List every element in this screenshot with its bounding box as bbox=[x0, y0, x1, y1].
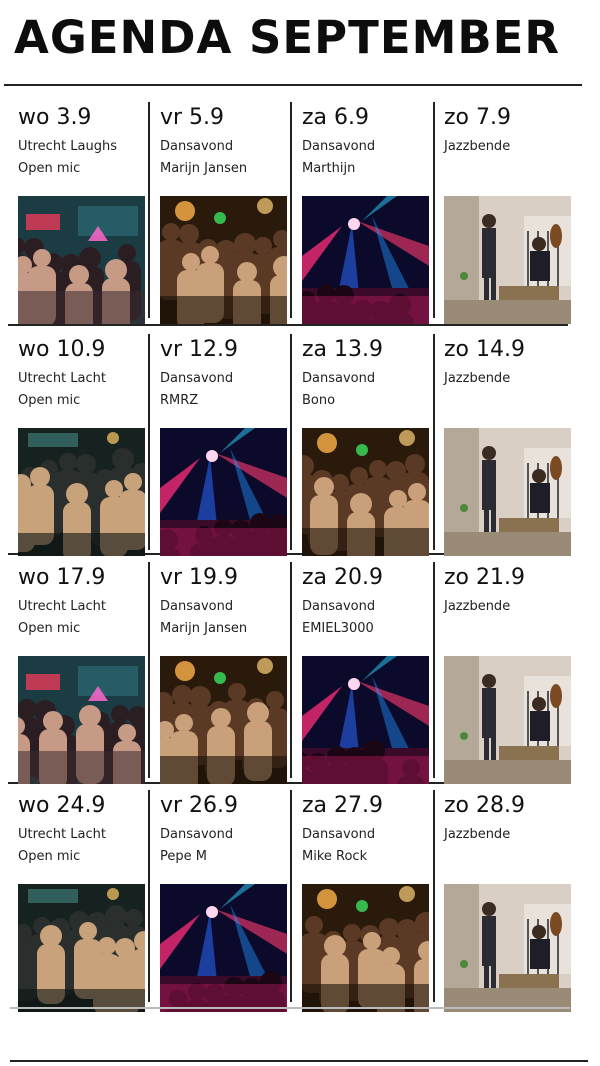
event-cell: za 27.9 Dansavond Mike Rock bbox=[302, 792, 440, 1017]
event-photo bbox=[160, 196, 287, 324]
event-photo bbox=[160, 656, 287, 784]
event-photo bbox=[302, 196, 429, 324]
event-photo bbox=[302, 884, 429, 1012]
event-cell: za 13.9 Dansavond Bono bbox=[302, 336, 440, 561]
event-title: Dansavond bbox=[160, 139, 234, 154]
event-cell: vr 19.9 Dansavond Marijn Jansen bbox=[160, 564, 298, 789]
event-date: wo 10.9 bbox=[18, 337, 106, 362]
title-rule bbox=[4, 84, 582, 86]
event-date: wo 24.9 bbox=[18, 793, 106, 818]
event-date: vr 19.9 bbox=[160, 565, 239, 590]
event-cell: wo 17.9 Utrecht Lacht Open mic bbox=[18, 564, 156, 789]
event-title: Jazzbende bbox=[444, 827, 511, 842]
event-date: zo 21.9 bbox=[444, 565, 525, 590]
event-subtitle: Mike Rock bbox=[302, 849, 368, 864]
event-title: Dansavond bbox=[302, 599, 376, 614]
event-cell: zo 7.9 Jazzbende bbox=[444, 104, 582, 329]
event-subtitle: Marijn Jansen bbox=[160, 621, 248, 636]
event-title: Utrecht Lacht bbox=[18, 599, 106, 614]
event-title: Dansavond bbox=[302, 139, 376, 154]
event-date: za 20.9 bbox=[302, 565, 384, 590]
event-date: vr 12.9 bbox=[160, 337, 239, 362]
footer-divider bbox=[10, 1007, 570, 1009]
event-title: Jazzbende bbox=[444, 139, 511, 154]
event-photo bbox=[18, 656, 145, 784]
event-photo bbox=[444, 656, 571, 784]
event-subtitle: Open mic bbox=[18, 849, 81, 864]
event-subtitle: Marthijn bbox=[302, 161, 356, 176]
event-cell: zo 14.9 Jazzbende bbox=[444, 336, 582, 561]
event-photo bbox=[160, 428, 287, 556]
event-cell: za 6.9 Dansavond Marthijn bbox=[302, 104, 440, 329]
event-cell: zo 21.9 Jazzbende bbox=[444, 564, 582, 789]
event-date: wo 3.9 bbox=[18, 105, 92, 130]
event-date: vr 26.9 bbox=[160, 793, 239, 818]
event-photo bbox=[18, 884, 145, 1012]
event-date: za 27.9 bbox=[302, 793, 384, 818]
event-subtitle: EMIEL3000 bbox=[302, 621, 374, 636]
event-subtitle: Open mic bbox=[18, 393, 81, 408]
event-subtitle: Open mic bbox=[18, 621, 81, 636]
event-cell: vr 5.9 Dansavond Marijn Jansen bbox=[160, 104, 298, 329]
event-cell: vr 12.9 Dansavond RMRZ bbox=[160, 336, 298, 561]
event-title: Utrecht Laughs bbox=[18, 139, 117, 154]
event-title: Utrecht Lacht bbox=[18, 371, 106, 386]
event-photo bbox=[18, 196, 145, 324]
event-title: Utrecht Lacht bbox=[18, 827, 106, 842]
event-cell: wo 24.9 Utrecht Lacht Open mic bbox=[18, 792, 156, 1017]
event-subtitle: Bono bbox=[302, 393, 336, 408]
event-cell: vr 26.9 Dansavond Pepe M bbox=[160, 792, 298, 1017]
event-title: Dansavond bbox=[302, 827, 376, 842]
event-title: Dansavond bbox=[160, 371, 234, 386]
event-cell: wo 3.9 Utrecht Laughs Open mic bbox=[18, 104, 156, 329]
event-date: vr 5.9 bbox=[160, 105, 225, 130]
event-photo bbox=[302, 656, 429, 784]
event-subtitle: RMRZ bbox=[160, 393, 199, 408]
event-photo bbox=[444, 196, 571, 324]
event-photo bbox=[302, 428, 429, 556]
event-photo bbox=[444, 428, 571, 556]
event-date: za 6.9 bbox=[302, 105, 370, 130]
event-title: Dansavond bbox=[160, 599, 234, 614]
event-subtitle: Marijn Jansen bbox=[160, 161, 248, 176]
event-date: zo 28.9 bbox=[444, 793, 525, 818]
event-date: zo 14.9 bbox=[444, 337, 525, 362]
event-date: zo 7.9 bbox=[444, 105, 511, 130]
event-title: Jazzbende bbox=[444, 599, 511, 614]
event-subtitle: Open mic bbox=[18, 161, 81, 176]
event-title: Dansavond bbox=[160, 827, 234, 842]
event-photo bbox=[18, 428, 145, 556]
event-cell: za 20.9 Dansavond EMIEL3000 bbox=[302, 564, 440, 789]
bottom-divider bbox=[10, 1060, 588, 1062]
event-title: Dansavond bbox=[302, 371, 376, 386]
event-subtitle: Pepe M bbox=[160, 849, 207, 864]
event-title: Jazzbende bbox=[444, 371, 511, 386]
page-title: AGENDA SEPTEMBER bbox=[14, 11, 561, 64]
event-cell: wo 10.9 Utrecht Lacht Open mic bbox=[18, 336, 156, 561]
event-date: wo 17.9 bbox=[18, 565, 106, 590]
event-photo bbox=[444, 884, 571, 1012]
event-date: za 13.9 bbox=[302, 337, 384, 362]
event-photo bbox=[160, 884, 287, 1012]
event-cell: zo 28.9 Jazzbende bbox=[444, 792, 582, 1017]
